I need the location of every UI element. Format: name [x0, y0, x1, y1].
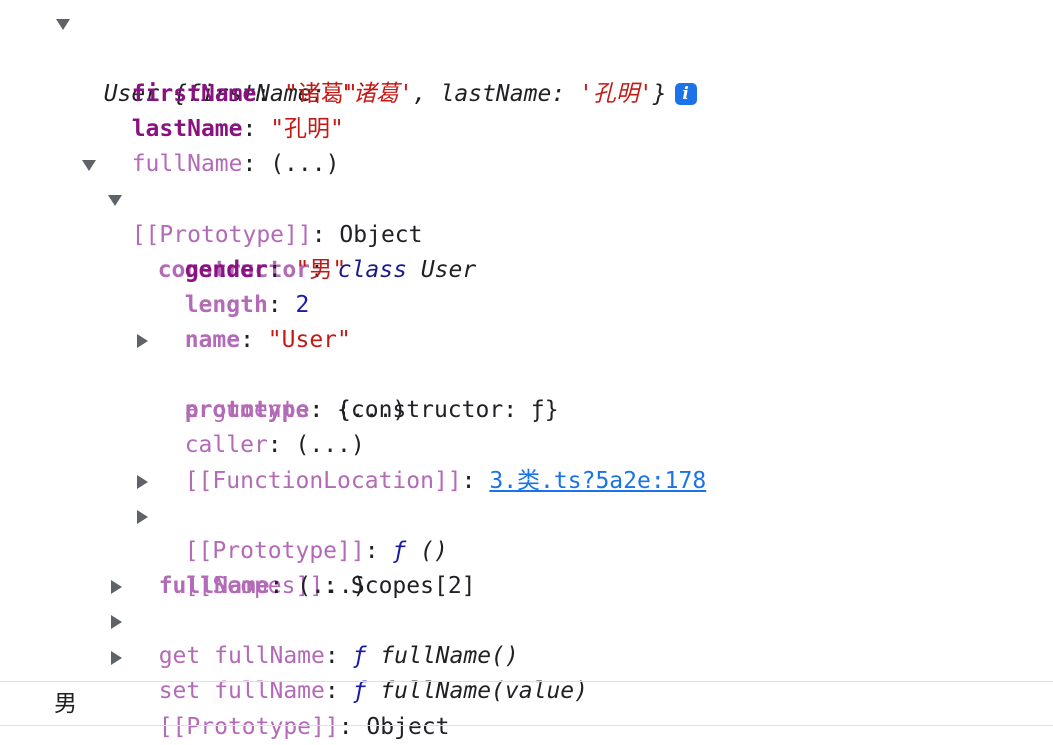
- property-value: (): [406, 538, 448, 564]
- expand-triangle-icon[interactable]: [56, 19, 70, 30]
- expand-triangle-icon[interactable]: [137, 475, 148, 489]
- prototype-row[interactable]: [[Prototype]]: Object: [82, 148, 423, 248]
- property-row[interactable]: fullName: (...): [104, 112, 340, 177]
- property-key: [[Prototype]]: [158, 714, 339, 740]
- summary-value-lastname: '孔明': [579, 81, 653, 107]
- getter-row[interactable]: get fullName: ƒ fullName(): [109, 569, 519, 669]
- summary-key-lastname: lastName: [440, 81, 552, 107]
- expand-triangle-icon[interactable]: [82, 160, 96, 171]
- prototype-row[interactable]: prototype: {constructor: ƒ}: [135, 323, 559, 423]
- console-divider: [0, 681, 1053, 682]
- function-location-link[interactable]: 3.类.ts?5a2e:178: [489, 468, 706, 494]
- property-row: name: "User": [157, 288, 351, 353]
- console-output-line: 男: [54, 691, 77, 717]
- constructor-row[interactable]: constructor: class User: [108, 183, 476, 283]
- colon: :: [364, 538, 393, 564]
- property-value: User: [406, 257, 477, 283]
- expand-triangle-icon[interactable]: [137, 510, 148, 524]
- console-divider: [0, 725, 1053, 726]
- property-row[interactable]: fullName: (...): [131, 534, 367, 599]
- summary-comma: ,: [412, 81, 441, 107]
- property-row: length: 2: [157, 253, 310, 318]
- property-row: firstName: "诸葛": [104, 42, 358, 107]
- scopes-row[interactable]: [[Scopes]]: Scopes[2]: [135, 499, 476, 599]
- setter-row[interactable]: set fullName: ƒ fullName(value): [109, 604, 588, 704]
- colon: :: [461, 468, 490, 494]
- property-value: Object: [339, 222, 423, 248]
- property-row: [[FunctionLocation]]: 3.类.ts?5a2e:178: [157, 429, 707, 494]
- expand-triangle-icon[interactable]: [111, 580, 122, 594]
- object-summary-row[interactable]: User {firstName: '诸葛', lastName: '孔明'} i: [56, 7, 697, 107]
- property-row[interactable]: caller: (...): [157, 393, 365, 458]
- property-value: Object: [366, 714, 450, 740]
- property-row: lastName: "孔明": [104, 77, 344, 142]
- prototype-row[interactable]: [[Prototype]]: ƒ (): [135, 464, 448, 564]
- expand-triangle-icon[interactable]: [137, 334, 148, 348]
- prototype-row[interactable]: [[Prototype]]: Object: [109, 640, 450, 740]
- expand-triangle-icon[interactable]: [111, 615, 122, 629]
- summary-colon: :: [551, 81, 580, 107]
- property-row: gender: "男": [157, 218, 347, 283]
- expand-triangle-icon[interactable]: [108, 195, 122, 206]
- function-icon: ƒ: [392, 538, 407, 564]
- info-icon[interactable]: i: [674, 83, 697, 105]
- expand-triangle-icon[interactable]: [111, 651, 122, 665]
- class-keyword: class: [337, 257, 407, 283]
- property-row[interactable]: arguments: (...): [157, 358, 407, 423]
- summary-close-brace: }: [652, 81, 667, 107]
- colon: :: [338, 714, 367, 740]
